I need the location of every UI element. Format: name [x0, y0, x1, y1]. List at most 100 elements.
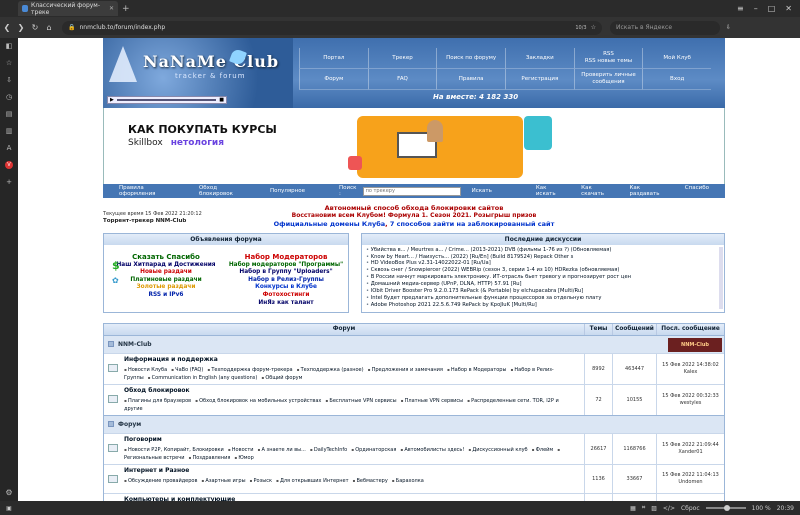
minimize-icon[interactable]: –: [754, 4, 758, 13]
menu-item[interactable]: Проверить личные сообщения: [573, 69, 643, 90]
nav-popular[interactable]: Популярное: [270, 188, 305, 194]
subforum-link[interactable]: Предложения и замечания: [368, 367, 443, 373]
discussion-item[interactable]: IObit Driver Booster Pro 9.2.0.173 RePac…: [366, 288, 720, 295]
discussion-item[interactable]: Intel будет предлагать дополнительные фу…: [366, 295, 720, 302]
new-tab-button[interactable]: +: [122, 4, 130, 14]
menu-item[interactable]: Трекер: [367, 48, 437, 69]
tiles-icon[interactable]: ▦: [630, 505, 636, 512]
forum-title[interactable]: Обход блокировок: [124, 387, 190, 394]
last-post-user[interactable]: Xander01: [678, 449, 702, 456]
volume-slider[interactable]: [116, 99, 217, 101]
subforum-link[interactable]: Азартные игры: [201, 478, 245, 484]
notes-icon[interactable]: ▤: [5, 110, 13, 118]
url-field[interactable]: 🔒 nnmclub.to/forum/index.php 10/3 ☆: [62, 20, 602, 35]
subforum-link[interactable]: Автомобилисты здесь!: [400, 447, 464, 453]
subforum-link[interactable]: Новости Клуба: [124, 367, 167, 373]
subforum-link[interactable]: Поздравления: [188, 455, 230, 461]
capture-icon[interactable]: ⌗: [642, 504, 645, 512]
translate-icon[interactable]: A: [5, 144, 13, 152]
announce-link-3a[interactable]: Официальные домены Клуба: [274, 220, 386, 228]
subforum-link[interactable]: ЧаВо (FAQ): [171, 367, 203, 373]
forward-icon[interactable]: ❯: [14, 23, 28, 32]
menu-item[interactable]: Мой Клуб: [642, 48, 711, 69]
play-icon[interactable]: ▶: [110, 97, 114, 103]
download-icon[interactable]: ⇩: [726, 24, 731, 31]
last-post-user[interactable]: Kalex: [684, 369, 698, 376]
subforum-link[interactable]: Барахолка: [392, 478, 424, 484]
ann-hitparade[interactable]: Наш Хитпарад и Достижения: [107, 262, 225, 270]
announce-link-2a[interactable]: Восстановим всем Клубом!: [292, 212, 386, 219]
nav-thanks[interactable]: Спасибо: [685, 185, 709, 197]
discussions-scroll[interactable]: Убийства в... / Meurtres a... / Crime...…: [362, 245, 724, 312]
ann-platinum[interactable]: Платиновые раздачи: [107, 277, 225, 285]
subforum-link[interactable]: Дискуссионный клуб: [468, 447, 527, 453]
subforum-link[interactable]: Новости: [228, 447, 254, 453]
discussion-item[interactable]: Adobe Photoshop 2021 22.5.6.749 RePack b…: [366, 302, 720, 309]
speed-dial-icon[interactable]: ◧: [5, 42, 13, 50]
nav-how-seed[interactable]: Как раздавать: [629, 185, 670, 197]
subforum-link[interactable]: Обход блокировок на мобильных устройства…: [195, 398, 321, 404]
subforum-link[interactable]: Вебмастеру: [353, 478, 388, 484]
subforum-link[interactable]: Флейм: [532, 447, 554, 453]
nav-rules[interactable]: Правила оформления: [119, 185, 181, 197]
image-icon[interactable]: ▨: [651, 505, 657, 512]
ann-new[interactable]: Новые раздачи: [107, 269, 225, 277]
last-post-user[interactable]: Undomen: [678, 479, 702, 486]
close-tab-icon[interactable]: ✕: [109, 5, 114, 12]
subforum-link[interactable]: DailyTechInfo: [310, 447, 347, 453]
discussion-item[interactable]: Сквозь снег / Snowpiercer (2022) WEBRip …: [366, 267, 720, 274]
collapse-icon[interactable]: [108, 341, 114, 348]
subforum-link[interactable]: Обсуждение провайдеров: [124, 478, 197, 484]
nav-bypass[interactable]: Обход блокировок: [199, 185, 252, 197]
tracker-search-input[interactable]: [362, 186, 461, 196]
menu-item[interactable]: RSS RSS новые темы: [573, 48, 643, 69]
settings-gear-icon[interactable]: ⚙: [5, 488, 12, 497]
yandex-search-field[interactable]: Искать в Яндексе: [610, 20, 720, 35]
category-forum[interactable]: Форум: [104, 414, 724, 433]
menu-item[interactable]: Правила: [436, 69, 505, 90]
menu-item[interactable]: Регистрация: [504, 69, 574, 90]
panel-icon[interactable]: ▥: [5, 127, 13, 135]
subforum-link[interactable]: Набор в Модераторы: [447, 367, 507, 373]
menu-item[interactable]: Портал: [299, 48, 368, 69]
ad-banner[interactable]: КАК ПОКУПАТЬ КУРСЫ Skillbox нетология: [103, 108, 725, 184]
ann-rss[interactable]: RSS и IPv6: [107, 292, 225, 300]
subforum-link[interactable]: Ординаторская: [351, 447, 396, 453]
menu-icon[interactable]: ≡: [737, 4, 744, 13]
browser-tab[interactable]: Классический форум-треке ✕: [18, 1, 118, 16]
subforum-link[interactable]: Розыск: [250, 478, 272, 484]
ann-uploaders[interactable]: Набор в Группу "Uploaders": [227, 269, 345, 277]
bookmarks-icon[interactable]: ☆: [5, 59, 13, 67]
stop-icon[interactable]: ■: [219, 97, 224, 103]
panel-toggle-icon[interactable]: ▣: [0, 505, 18, 512]
category-nnm-club[interactable]: NNM-Club NNM-Club: [104, 334, 724, 353]
announce-link-1a[interactable]: Автономный способ обхода: [325, 204, 429, 212]
ann-languages[interactable]: ИнЯз как талант: [227, 300, 345, 308]
home-icon[interactable]: ⌂: [42, 23, 56, 32]
reload-icon[interactable]: ↻: [28, 23, 42, 32]
subforum-link[interactable]: Юмор: [234, 455, 253, 461]
bookmark-icon[interactable]: ☆: [591, 24, 596, 31]
forum-title[interactable]: Интернет и Разное: [124, 467, 189, 474]
menu-item[interactable]: FAQ: [367, 69, 437, 90]
menu-item[interactable]: Вход: [642, 69, 711, 90]
forum-title[interactable]: Информация и поддержка: [124, 356, 218, 363]
logo-area[interactable]: NaNaMe Club tracker & forum ▶ ■: [103, 38, 293, 108]
subforum-link[interactable]: Платные VPN сервисы: [401, 398, 463, 404]
scrollbar[interactable]: [719, 246, 723, 309]
announce-link-1b[interactable]: блокировки сайтов: [431, 204, 503, 212]
menu-item[interactable]: Поиск по форуму: [436, 48, 505, 69]
zoom-slider[interactable]: [705, 505, 746, 511]
collapse-icon[interactable]: [108, 421, 114, 428]
discussion-item[interactable]: Убийства в... / Meurtres a... / Crime...…: [366, 247, 720, 254]
downloads-icon[interactable]: ⇩: [5, 76, 13, 84]
ann-contests[interactable]: Конкурсы в Клубе: [227, 284, 345, 292]
discussion-item[interactable]: Домашний медиа-сервер (UPnP, DLNA, HTTP)…: [366, 281, 720, 288]
subforum-link[interactable]: Общий форум: [261, 375, 302, 381]
code-icon[interactable]: </>: [663, 505, 675, 512]
subforum-link[interactable]: Новости P2P, Копирайт, Блокировки: [124, 447, 224, 453]
subforum-link[interactable]: Communication in English (any questions): [148, 375, 258, 381]
back-icon[interactable]: ❮: [0, 23, 14, 32]
reset-zoom[interactable]: Сброс: [681, 505, 700, 512]
nav-how-download[interactable]: Как скачать: [581, 185, 615, 197]
